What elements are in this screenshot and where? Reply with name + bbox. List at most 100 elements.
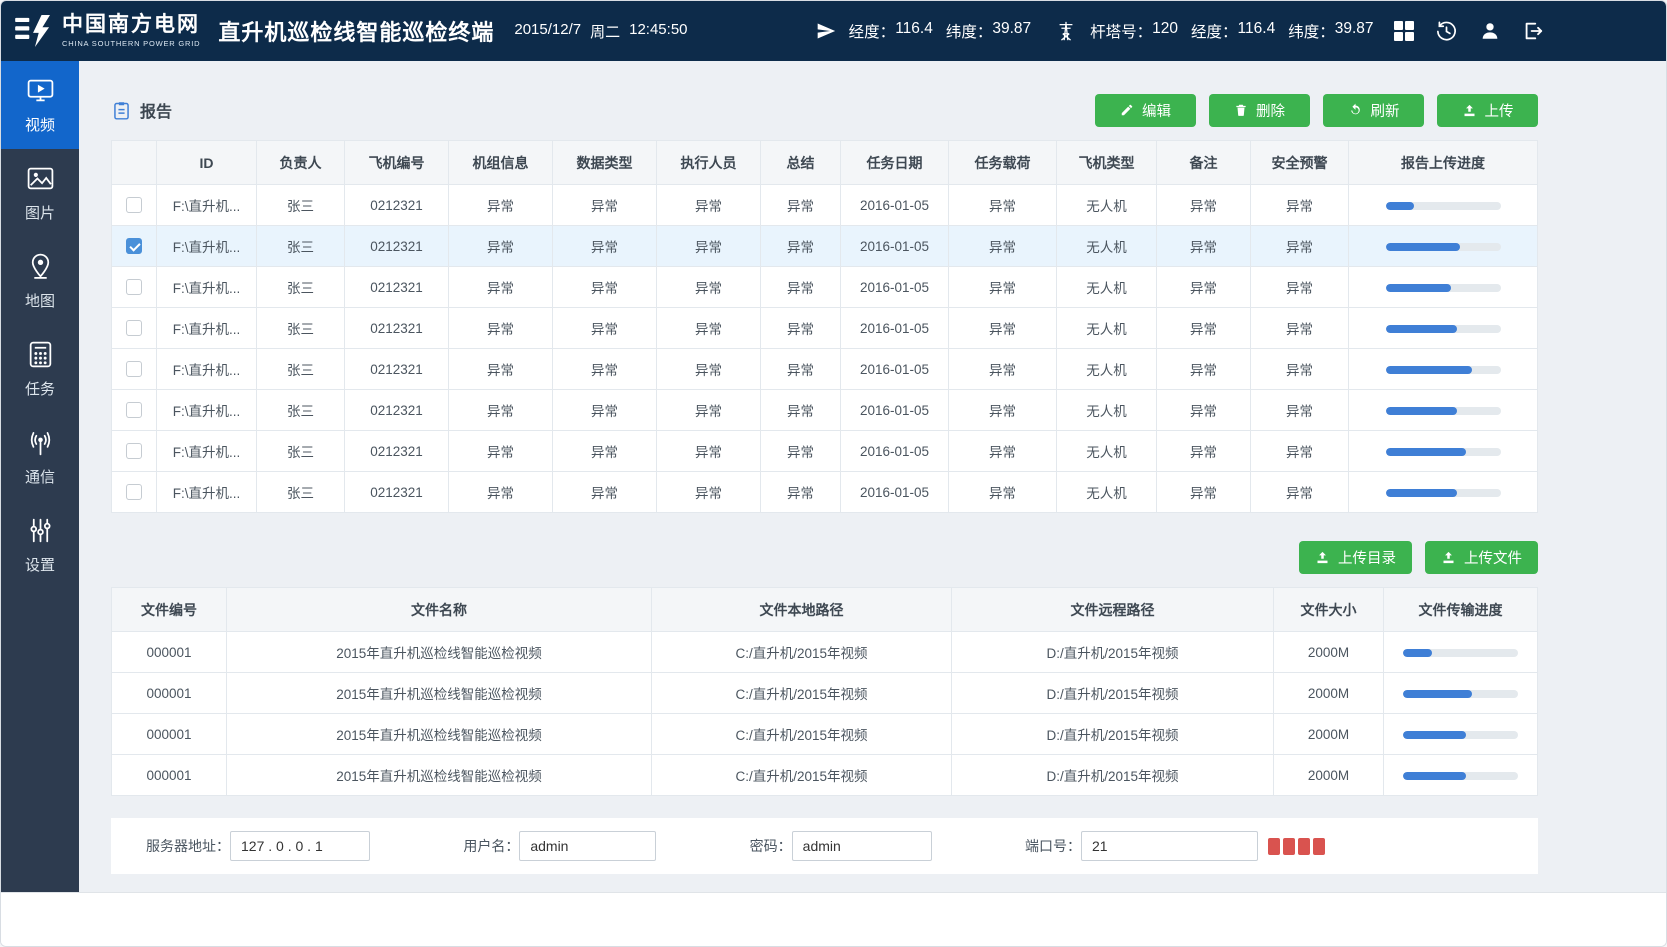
sidebar-item-communication[interactable]: 通信 [1, 413, 79, 501]
refresh-button[interactable]: 刷新 [1323, 94, 1424, 127]
port-label: 端口号： [1025, 836, 1081, 856]
windows-icon[interactable] [1394, 21, 1415, 42]
row-checkbox[interactable] [126, 238, 142, 254]
file-progress-bar [1403, 772, 1518, 780]
aircraft-icon [816, 21, 836, 41]
report-column-header: 备注 [1157, 141, 1251, 185]
username-label: 用户名： [463, 836, 519, 856]
refresh-icon [1348, 103, 1363, 118]
sidebar: 视频 图片 地图 [1, 61, 79, 892]
tower-position: 杆塔号：120 经度：116.4 纬度：39.87 [1055, 20, 1373, 42]
connection-indicator [1298, 838, 1310, 855]
files-table-row[interactable]: 0000012015年直升机巡检线智能巡检视频C:/直升机/2015年视频D:/… [112, 673, 1538, 714]
port-field: 端口号： [1025, 831, 1325, 861]
row-checkbox[interactable] [126, 320, 142, 336]
upload-button[interactable]: 上传 [1437, 94, 1538, 127]
report-table-row[interactable]: F:\直升机...张三0212321异常异常异常异常2016-01-05异常无人… [112, 267, 1538, 308]
report-cell-summary: 异常 [761, 390, 841, 431]
report-table-row[interactable]: F:\直升机...张三0212321异常异常异常异常2016-01-05异常无人… [112, 308, 1538, 349]
files-cell-name: 2015年直升机巡检线智能巡检视频 [227, 632, 652, 673]
files-table-row[interactable]: 0000012015年直升机巡检线智能巡检视频C:/直升机/2015年视频D:/… [112, 714, 1538, 755]
report-cell-plane_type: 无人机 [1057, 390, 1157, 431]
report-cell-id: F:\直升机... [157, 185, 257, 226]
files-cell-name: 2015年直升机巡检线智能巡检视频 [227, 673, 652, 714]
user-button[interactable] [1479, 20, 1501, 42]
files-table: 文件编号文件名称文件本地路径文件远程路径文件大小文件传输进度 000001201… [111, 587, 1538, 796]
sidebar-item-label: 任务 [25, 378, 55, 399]
report-cell-data_type: 异常 [553, 185, 657, 226]
files-column-header: 文件传输进度 [1384, 588, 1538, 632]
upload-file-button[interactable]: 上传文件 [1425, 541, 1538, 574]
button-label: 编辑 [1142, 100, 1171, 121]
bottom-strip [1, 892, 1666, 946]
report-cell-id: F:\直升机... [157, 349, 257, 390]
delete-button[interactable]: 删除 [1209, 94, 1310, 127]
report-column-header: 数据类型 [553, 141, 657, 185]
report-cell-crew: 异常 [449, 185, 553, 226]
file-actions: 上传目录 上传文件 [111, 541, 1538, 574]
report-cell-crew: 异常 [449, 472, 553, 513]
row-checkbox[interactable] [126, 484, 142, 500]
report-column-header: 任务载荷 [949, 141, 1057, 185]
row-checkbox[interactable] [126, 279, 142, 295]
report-cell-remark: 异常 [1157, 267, 1251, 308]
upload-directory-button[interactable]: 上传目录 [1299, 541, 1412, 574]
server-address-input[interactable] [230, 831, 370, 861]
sidebar-item-settings[interactable]: 设置 [1, 501, 79, 589]
username-input[interactable] [519, 831, 656, 861]
report-cell-payload: 异常 [949, 226, 1057, 267]
select-column-header [112, 141, 157, 185]
row-checkbox[interactable] [126, 361, 142, 377]
sidebar-item-tasks[interactable]: 任务 [1, 325, 79, 413]
row-checkbox[interactable] [126, 402, 142, 418]
report-progress-bar [1386, 448, 1501, 456]
main-content: 报告 编辑 删除 刷新 [79, 61, 1666, 892]
sidebar-item-pictures[interactable]: 图片 [1, 149, 79, 237]
report-cell-payload: 异常 [949, 390, 1057, 431]
report-cell-crew: 异常 [449, 390, 553, 431]
report-cell-executor: 异常 [657, 472, 761, 513]
report-table-row[interactable]: F:\直升机...张三0212321异常异常异常异常2016-01-05异常无人… [112, 226, 1538, 267]
files-table-row[interactable]: 0000012015年直升机巡检线智能巡检视频C:/直升机/2015年视频D:/… [112, 632, 1538, 673]
upload-icon [1441, 550, 1456, 565]
report-cell-warning: 异常 [1251, 185, 1349, 226]
password-input[interactable] [792, 831, 932, 861]
port-input[interactable] [1081, 831, 1258, 861]
report-table-row[interactable]: F:\直升机...张三0212321异常异常异常异常2016-01-05异常无人… [112, 472, 1538, 513]
files-cell-no: 000001 [112, 632, 227, 673]
row-checkbox[interactable] [126, 443, 142, 459]
files-cell-remote: D:/直升机/2015年视频 [952, 632, 1274, 673]
files-table-row[interactable]: 0000012015年直升机巡检线智能巡检视频C:/直升机/2015年视频D:/… [112, 755, 1538, 796]
report-cell-plane_no: 0212321 [345, 185, 449, 226]
report-table-row[interactable]: F:\直升机...张三0212321异常异常异常异常2016-01-05异常无人… [112, 349, 1538, 390]
report-actions: 编辑 删除 刷新 上传 [1095, 94, 1538, 127]
files-cell-no: 000001 [112, 714, 227, 755]
report-cell-executor: 异常 [657, 349, 761, 390]
tower-icon [1055, 20, 1077, 42]
report-cell-payload: 异常 [949, 185, 1057, 226]
button-label: 上传 [1485, 100, 1514, 121]
report-icon [111, 100, 132, 121]
report-table-row[interactable]: F:\直升机...张三0212321异常异常异常异常2016-01-05异常无人… [112, 390, 1538, 431]
exit-button[interactable] [1522, 20, 1544, 42]
report-cell-executor: 异常 [657, 267, 761, 308]
report-cell-date: 2016-01-05 [841, 390, 949, 431]
sidebar-item-map[interactable]: 地图 [1, 237, 79, 325]
edit-button[interactable]: 编辑 [1095, 94, 1196, 127]
report-column-header: ID [157, 141, 257, 185]
report-cell-executor: 异常 [657, 308, 761, 349]
report-cell-plane_no: 0212321 [345, 308, 449, 349]
server-settings-panel: 服务器地址： 用户名： 密码： 端口号： [111, 818, 1538, 874]
topbar-status: 经度：116.4 纬度：39.87 杆塔号：120 经度：116.4 纬度：39… [816, 20, 1544, 43]
files-column-header: 文件远程路径 [952, 588, 1274, 632]
report-table-row[interactable]: F:\直升机...张三0212321异常异常异常异常2016-01-05异常无人… [112, 185, 1538, 226]
report-cell-data_type: 异常 [553, 390, 657, 431]
row-checkbox[interactable] [126, 197, 142, 213]
report-table-row[interactable]: F:\直升机...张三0212321异常异常异常异常2016-01-05异常无人… [112, 431, 1538, 472]
report-column-header: 任务日期 [841, 141, 949, 185]
button-label: 刷新 [1371, 100, 1400, 121]
history-button[interactable] [1435, 20, 1458, 43]
files-cell-size: 2000M [1274, 673, 1384, 714]
sidebar-item-video[interactable]: 视频 [1, 61, 79, 149]
files-column-header: 文件大小 [1274, 588, 1384, 632]
